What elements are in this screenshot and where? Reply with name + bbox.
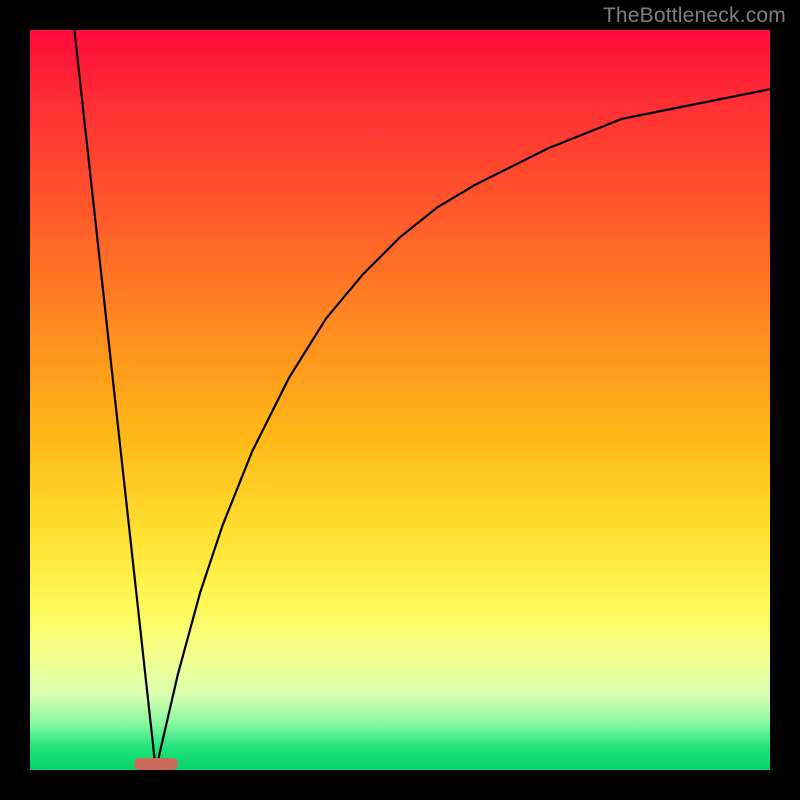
- optimal-marker: [134, 758, 178, 770]
- bottleneck-curve: [30, 30, 770, 770]
- watermark-text: TheBottleneck.com: [603, 4, 786, 28]
- plot-area: [30, 30, 770, 770]
- chart-frame: TheBottleneck.com: [0, 0, 800, 800]
